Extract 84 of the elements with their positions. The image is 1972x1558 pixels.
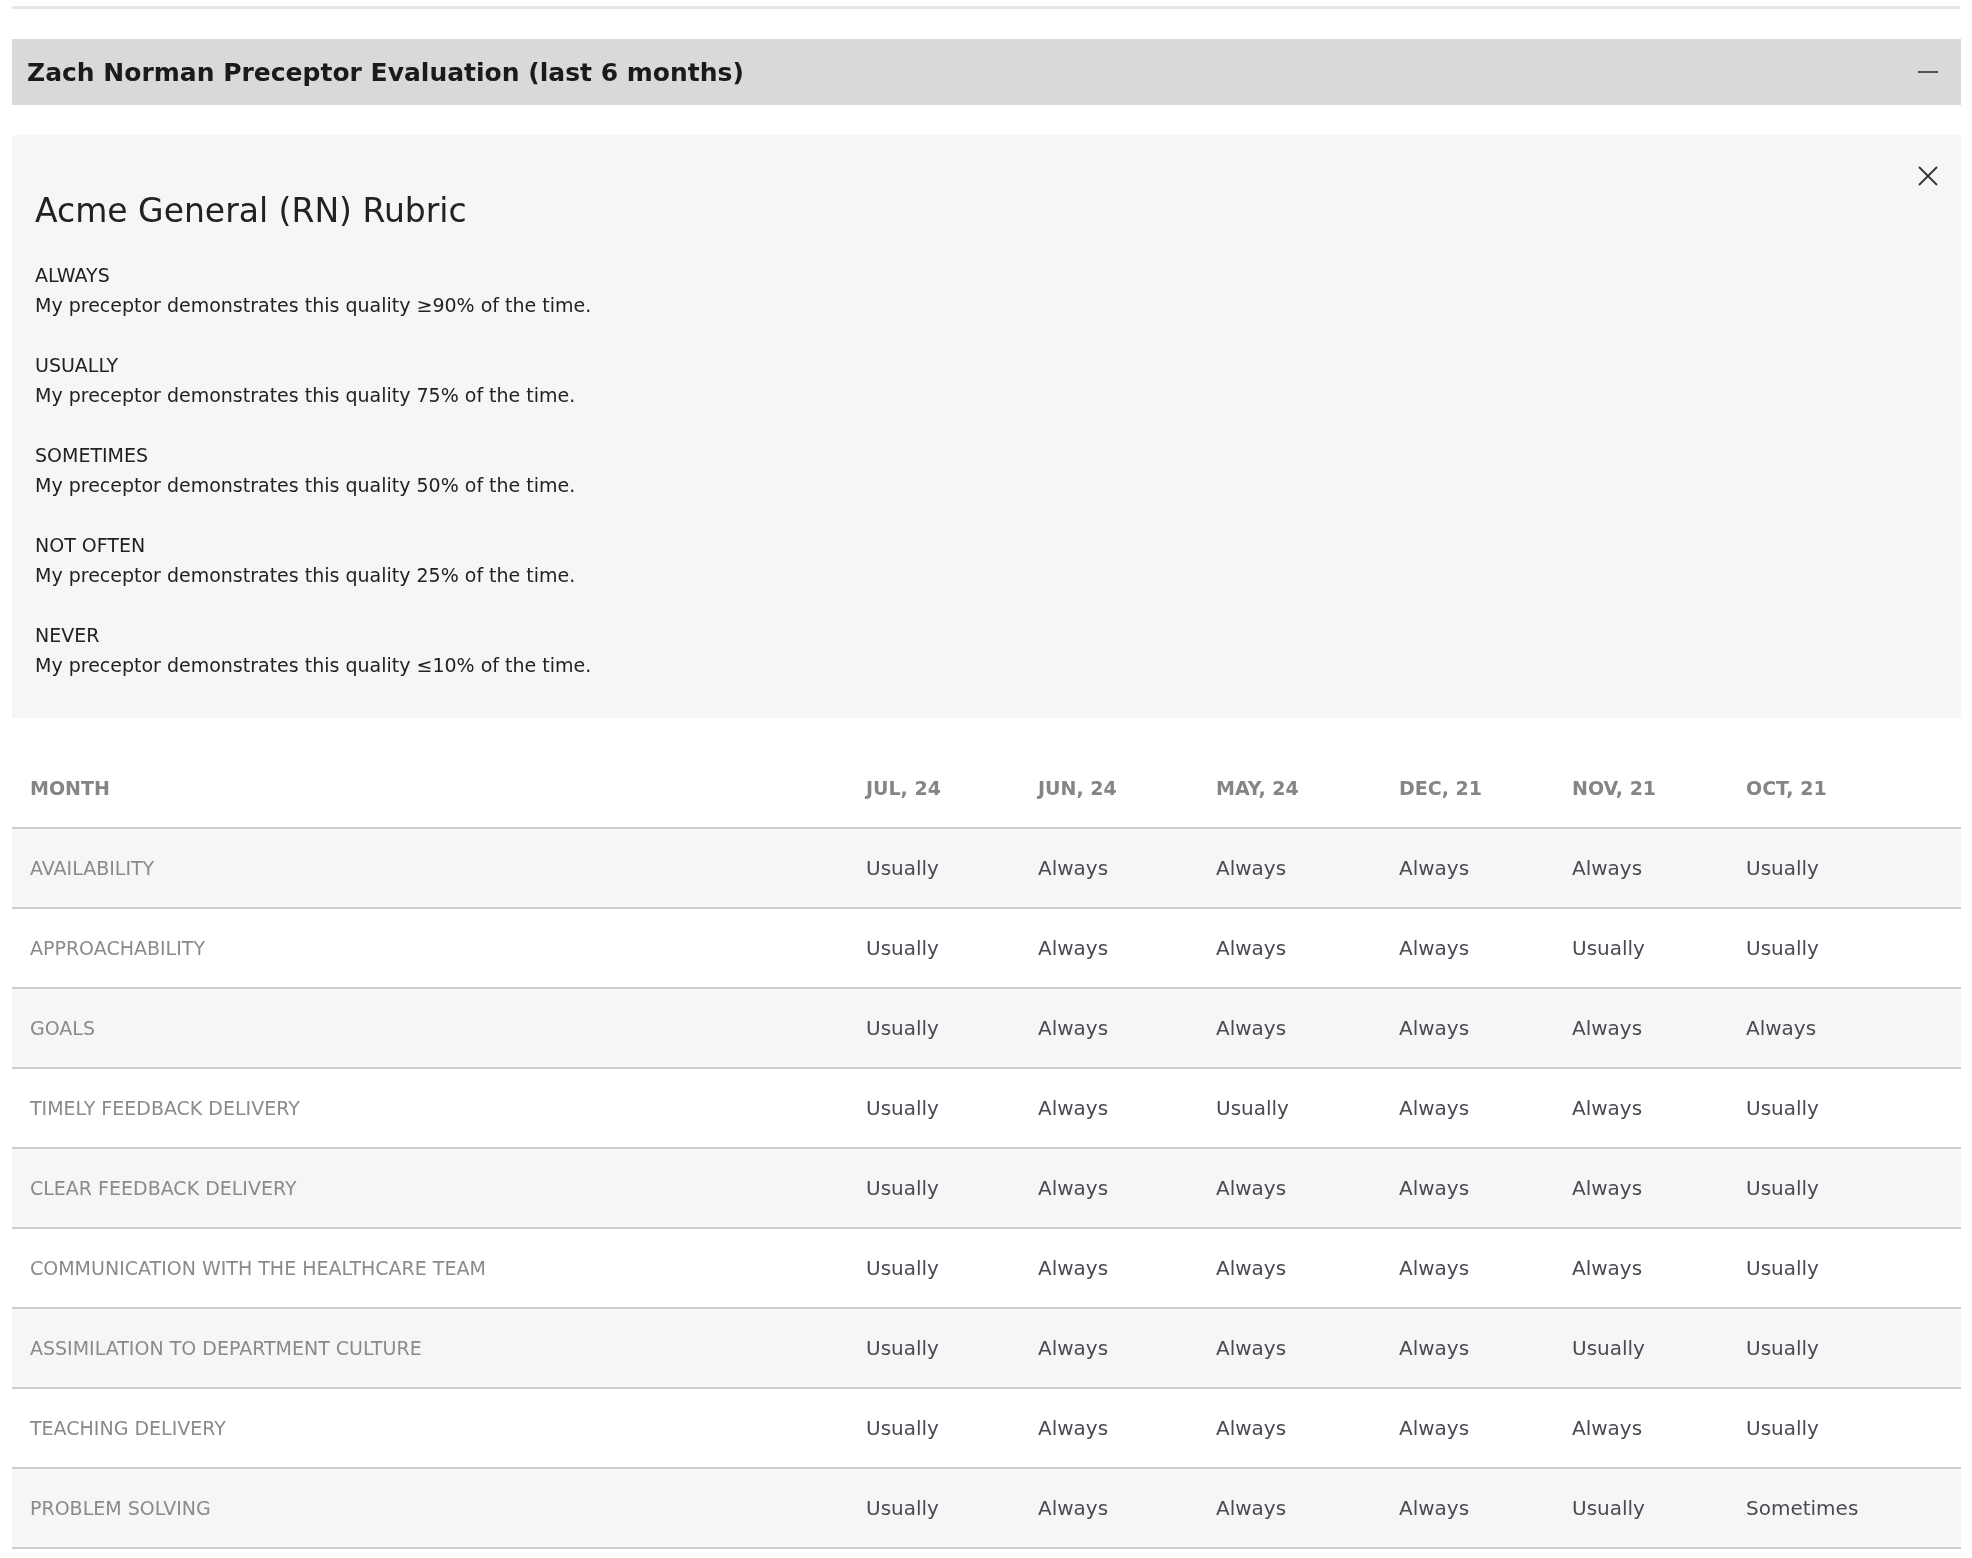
rubric-description: My preceptor demonstrates this quality 75% of the time. <box>35 383 577 408</box>
table-cell-text: Always <box>1572 856 1644 880</box>
table-cell-text: Always <box>1216 1336 1288 1360</box>
table-cell-text: Always <box>1572 1096 1644 1120</box>
table-cell-text: Always <box>1038 1016 1110 1040</box>
table-cell-text: Always <box>1399 1496 1471 1520</box>
table-cell-text: Always <box>1572 1256 1644 1280</box>
table-cell-text: Usually <box>866 1096 940 1120</box>
table-cell-text: Usually <box>866 1256 940 1280</box>
row-label: ASSIMILATION TO DEPARTMENT CULTURE <box>29 1337 423 1359</box>
table-cell-text: Usually <box>1746 1336 1820 1360</box>
table-cell-text: Always <box>1399 936 1471 960</box>
table-cell-text: Always <box>1399 1176 1471 1200</box>
rubric-description: My preceptor demonstrates this quality ≤10% of the time. <box>35 653 593 678</box>
table-cell-text: Always <box>1216 856 1288 880</box>
rubric-level: NEVER <box>35 623 101 648</box>
row-label: AVAILABILITY <box>29 857 156 879</box>
column-header: DEC, 21 <box>1399 776 1483 799</box>
table-cell-text: Usually <box>1746 936 1820 960</box>
table-cell-text: Usually <box>866 1016 940 1040</box>
table-cell-text: Always <box>1038 1256 1110 1280</box>
row-label: GOALS <box>29 1017 96 1039</box>
table-cell-text: Always <box>1399 1416 1471 1440</box>
table-cell-text: Usually <box>866 1416 940 1440</box>
table-cell-text: Usually <box>1746 1176 1820 1200</box>
rubric-level: NOT OFTEN <box>35 533 147 558</box>
row-label: APPROACHABILITY <box>29 937 206 959</box>
table-cell-text: Usually <box>866 936 940 960</box>
row-label: TIMELY FEEDBACK DELIVERY <box>29 1097 301 1119</box>
table-cell-text: Always <box>1038 1096 1110 1120</box>
table-cell-text: Always <box>1216 1176 1288 1200</box>
table-cell-text: Always <box>1038 1496 1110 1520</box>
table-cell-text: Always <box>1038 1176 1110 1200</box>
table-cell-text: Usually <box>1572 1496 1646 1520</box>
table-cell-text: Always <box>1038 1416 1110 1440</box>
close-icon[interactable] <box>1917 165 1939 187</box>
table-cell-text: Always <box>1216 1016 1288 1040</box>
table-cell-text: Usually <box>1572 936 1646 960</box>
table-cell-text: Always <box>1399 856 1471 880</box>
rubric-description: My preceptor demonstrates this quality 50% of the time. <box>35 473 577 498</box>
table-cell-text: Always <box>1399 1016 1471 1040</box>
table-cell-text: Always <box>1216 1496 1288 1520</box>
table-cell-text: Always <box>1746 1016 1818 1040</box>
table-cell-text: Always <box>1399 1336 1471 1360</box>
table-cell-text: Always <box>1216 1416 1288 1440</box>
table-cell-text: Usually <box>866 856 940 880</box>
row-label: COMMUNICATION WITH THE HEALTHCARE TEAM <box>29 1257 487 1279</box>
rubric-title: Acme General (RN) Rubric <box>35 191 468 230</box>
rubric-description: My preceptor demonstrates this quality 25% of the time. <box>35 563 577 588</box>
row-label: TEACHING DELIVERY <box>29 1417 227 1439</box>
table-cell-text: Always <box>1572 1416 1644 1440</box>
column-header: MAY, 24 <box>1216 776 1300 799</box>
table-cell-text: Always <box>1399 1096 1471 1120</box>
section-title: Zach Norman Preceptor Evaluation (last 6 months) <box>27 57 744 87</box>
row-label: PROBLEM SOLVING <box>29 1497 212 1519</box>
column-header: JUL, 24 <box>866 776 942 799</box>
table-cell-text: Usually <box>1746 856 1820 880</box>
table-cell-text: Sometimes <box>1746 1496 1860 1520</box>
table-cell-text: Usually <box>1746 1096 1820 1120</box>
column-header: MONTH <box>29 776 111 799</box>
table-cell-text: Always <box>1572 1176 1644 1200</box>
table-cell-text: Usually <box>1746 1416 1820 1440</box>
section-header[interactable]: Zach Norman Preceptor Evaluation (last 6 months) <box>12 39 1961 105</box>
table-cell-text: Always <box>1038 936 1110 960</box>
rubric-level: ALWAYS <box>35 263 111 288</box>
table-cell-text: Always <box>1216 936 1288 960</box>
rubric-description: My preceptor demonstrates this quality ≥90% of the time. <box>35 293 593 318</box>
table-cell-text: Always <box>1038 1336 1110 1360</box>
column-header: JUN, 24 <box>1038 776 1118 799</box>
table-cell-text: Usually <box>1572 1336 1646 1360</box>
table-cell-text: Usually <box>866 1176 940 1200</box>
table-cell-text: Usually <box>866 1496 940 1520</box>
table-cell-text: Always <box>1572 1016 1644 1040</box>
row-label: CLEAR FEEDBACK DELIVERY <box>29 1177 298 1199</box>
column-header: NOV, 21 <box>1572 776 1658 799</box>
table-cell-text: Usually <box>1216 1096 1290 1120</box>
table-cell-text: Usually <box>1746 1256 1820 1280</box>
rubric-level: USUALLY <box>35 353 120 378</box>
table-cell-text: Usually <box>866 1336 940 1360</box>
table-cell-text: Always <box>1399 1256 1471 1280</box>
table-cell-text: Always <box>1038 856 1110 880</box>
rubric-level: SOMETIMES <box>35 443 150 468</box>
column-header: OCT, 21 <box>1746 776 1828 799</box>
table-cell-text: Always <box>1216 1256 1288 1280</box>
